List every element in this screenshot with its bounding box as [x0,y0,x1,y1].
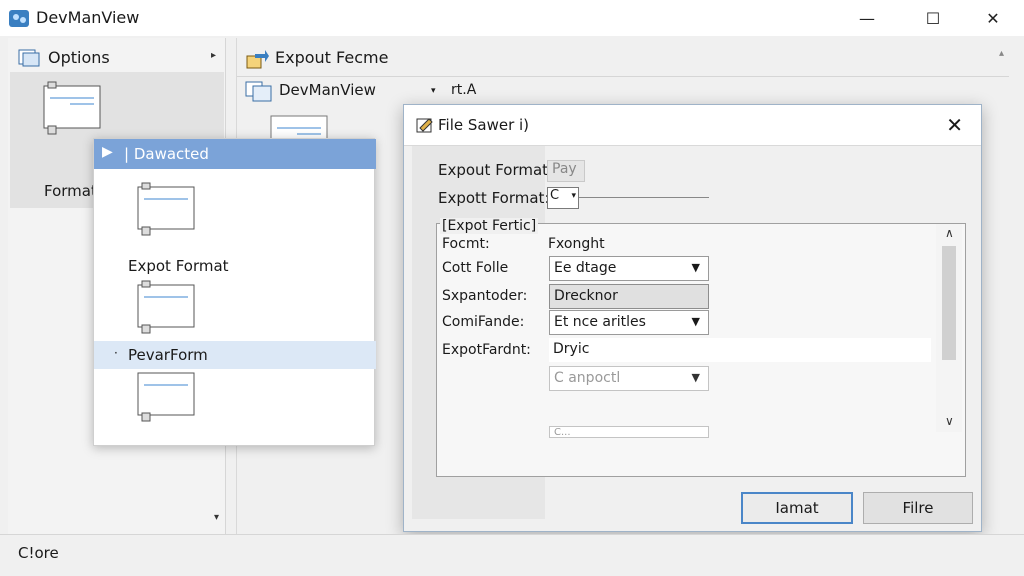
devmanview-label: DevManView [279,81,376,99]
options-menu[interactable]: Options ▸ [8,42,226,72]
file-saver-dialog: File Sawer i) ✕ Expout Format: Pay Expot… [403,104,982,532]
expantoder-value: Drecknor [554,288,618,304]
chevron-down-icon: ▾ [571,191,576,201]
anpoctl-value: C anpoctl [554,370,621,386]
export-format-label-2: Expott Format: [438,189,550,207]
chevron-down-icon: ▼ [691,315,700,328]
secondary-button[interactable]: Filre [863,492,973,524]
cott-folle-value: Ee dtage [554,260,617,276]
popup-header[interactable]: ▶ | Dawacted [94,139,376,169]
export-icon [246,50,269,69]
document-icon [137,372,195,422]
faded-combo-value: C... [554,427,571,438]
maximize-button[interactable]: ☐ [902,0,964,36]
faded-combo[interactable]: C... [549,426,709,438]
app-icon [9,10,29,27]
file-save-icon [416,118,433,133]
window-title: DevManView [36,8,140,27]
chevron-down-icon: ▼ [691,261,700,274]
chevron-down-icon: ▼ [691,371,700,384]
export-format-combo[interactable]: C ▾ [547,187,579,209]
comifande-value: Et nce aritles [554,314,646,330]
document-icon [137,280,195,334]
close-window-button[interactable]: ✕ [962,0,1024,36]
center-header-label: Expout Fecme [275,48,389,67]
chevron-down-icon: ▾ [431,86,436,96]
export-format-field: Pay [547,160,585,182]
chevron-right-icon: ▸ [210,50,216,61]
close-icon[interactable]: ✕ [946,113,963,137]
title-bar: DevManView — ☐ ✕ [0,0,1024,36]
dialog-titlebar: File Sawer i) ✕ [404,105,981,145]
options-label: Options [48,48,110,67]
dialog-title: File Sawer i) [438,116,530,134]
anpoctl-combo[interactable]: C anpoctl ▼ [549,366,709,391]
cott-folle-combo[interactable]: Ee dtage ▼ [549,256,709,281]
scroll-up-icon[interactable]: ▴ [999,48,1004,59]
popup-item-export-format[interactable]: Expot Format [128,257,229,275]
context-popup: ▶ | Dawacted Expot Format · PevarForm [93,138,376,446]
status-text: C!ore [18,544,59,562]
format-label: Focmt: [442,236,490,252]
popup-selected-label: PevarForm [128,346,208,364]
comifande-label: ComiFande: [442,314,525,330]
scroll-down-icon[interactable]: ▾ [214,512,219,523]
scroll-down-icon[interactable]: ∨ [945,414,954,428]
expantoder-label: Sxpantoder: [442,288,528,304]
format-tile-label: Format [44,182,97,200]
minimize-button[interactable]: — [836,0,898,36]
primary-button[interactable]: Iamat [741,492,853,524]
document-icon [43,81,101,135]
expantoder-field[interactable]: Drecknor [549,284,709,309]
bullet-icon: · [114,346,118,360]
popup-item-selected[interactable]: · PevarForm [94,341,376,369]
popup-header-label: | Dawacted [124,145,209,163]
divider [237,76,1009,77]
options-icon [18,49,40,67]
cott-folle-label: Cott Folle [442,260,509,276]
document-icon [137,182,195,236]
expotfardnt-label: ExpotFardnt: [442,342,531,358]
comifande-combo[interactable]: Et nce aritles ▼ [549,310,709,335]
export-format-label: Expout Format: [438,161,554,179]
group-title: [Expot Fertic] [440,218,539,234]
status-bar: C!ore [0,534,1024,576]
scroll-up-icon[interactable]: ∧ [945,226,954,240]
devmanview-extra: rt.A [451,82,477,98]
window-stack-icon [245,81,272,102]
expotfardnt-input[interactable]: Dryic [549,338,931,362]
format-value: Fxonght [548,236,605,252]
play-icon: ▶ [102,144,113,160]
dialog-body: Expout Format: Pay Expott Format: C ▾ [E… [404,145,981,531]
export-format-combo-value: C [550,188,560,203]
scrollbar-thumb[interactable] [942,246,956,360]
format-slider[interactable] [579,197,709,198]
